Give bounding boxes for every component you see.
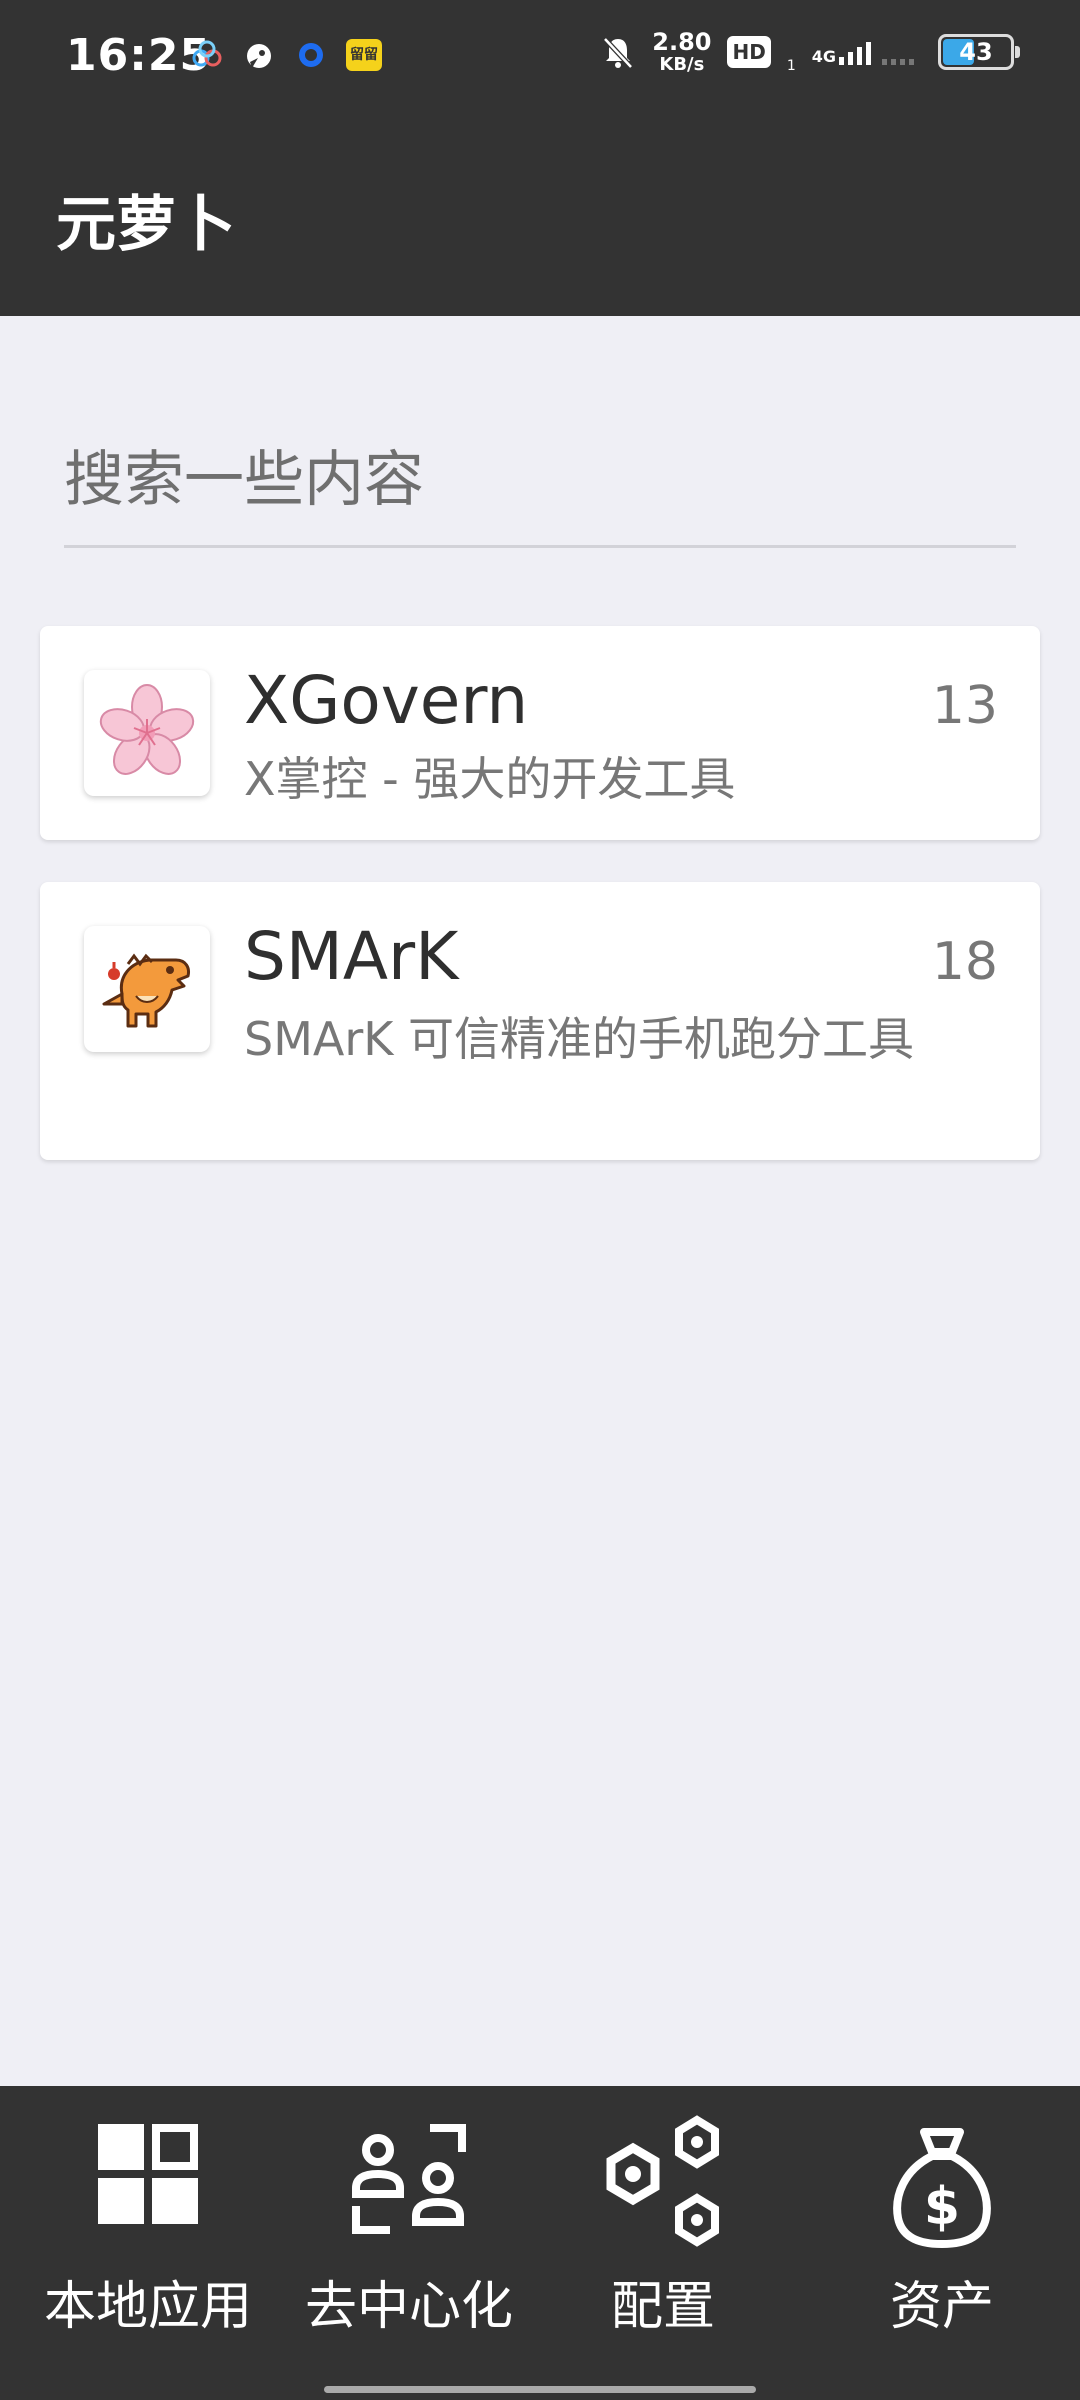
battery-icon: 43 <box>938 34 1020 70</box>
system-status: 2.80 KB/s HD 1 4G 43 <box>600 30 1020 74</box>
speed-unit: KB/s <box>659 54 705 75</box>
grid-apps-icon <box>98 2124 198 2224</box>
hd-voice-icon: HD <box>727 36 771 68</box>
app-description: SMArK 可信精准的手机跑分工具 <box>244 1012 915 1066</box>
app-name: SMArK <box>244 918 459 995</box>
bottom-navigation: 本地应用 去中心化 配置 $ 资产 <box>0 2086 1080 2400</box>
money-bag-icon: $ <box>893 2128 991 2248</box>
hexagon-settings-icon <box>606 2115 719 2247</box>
sakura-flower-icon <box>99 684 195 775</box>
app-card-xgovern[interactable]: XGovern X掌控 - 强大的开发工具 13 <box>40 626 1040 840</box>
nav-label: 去中心化 <box>304 2277 513 2337</box>
app-card-smark[interactable]: SMArK SMArK 可信精准的手机跑分工具 18 <box>40 882 1040 1160</box>
decentralized-users-icon <box>352 2124 466 2234</box>
cellular-signal: 4G <box>812 39 922 65</box>
nav-item-decentralized[interactable]: 去中心化 <box>296 2086 522 2400</box>
app-icon-frame <box>84 926 210 1052</box>
mute-bell-icon <box>603 37 634 69</box>
app-icon-frame <box>84 670 210 796</box>
top-bar: 16:25 留留 2.80 KB/s HD 1 4G 43 元萝卜 <box>0 0 1080 316</box>
battery-nub <box>1015 46 1020 58</box>
search-input[interactable] <box>64 420 1016 540</box>
app-title: 元萝卜 <box>56 190 236 260</box>
speed-value: 2.80 <box>652 28 712 56</box>
app-name: XGovern <box>244 662 529 739</box>
yellow-badge-icon: 留留 <box>346 39 382 71</box>
signal-bars-icon <box>839 42 871 65</box>
app-description: X掌控 - 强大的开发工具 <box>244 752 736 806</box>
status-bar: 16:25 留留 2.80 KB/s HD 1 4G 43 <box>0 0 1080 110</box>
circle-app-icon <box>299 43 323 67</box>
app-count: 18 <box>931 932 998 992</box>
sim-index: 1 <box>786 58 796 74</box>
svg-text:$: $ <box>924 2177 960 2237</box>
nav-label: 资产 <box>889 2277 994 2337</box>
nav-label: 配置 <box>610 2277 715 2337</box>
signal-bars-2-icon <box>882 59 914 65</box>
network-type: 4G <box>811 47 836 66</box>
dinosaur-icon <box>102 953 190 1028</box>
home-indicator[interactable] <box>324 2386 756 2393</box>
network-speed: 2.80 KB/s <box>652 30 711 74</box>
notification-icons: 留留 <box>190 38 382 72</box>
nav-item-assets[interactable]: $ 资产 <box>804 2086 1080 2400</box>
nav-label: 本地应用 <box>43 2277 252 2337</box>
nav-item-local-apps[interactable]: 本地应用 <box>0 2086 296 2400</box>
battery-level: 43 <box>959 38 993 66</box>
nav-item-config[interactable]: 配置 <box>522 2086 804 2400</box>
cloud-app-icon <box>192 40 222 67</box>
app-count: 13 <box>931 676 998 736</box>
bird-app-icon <box>247 44 271 68</box>
search-box[interactable] <box>64 420 1016 548</box>
